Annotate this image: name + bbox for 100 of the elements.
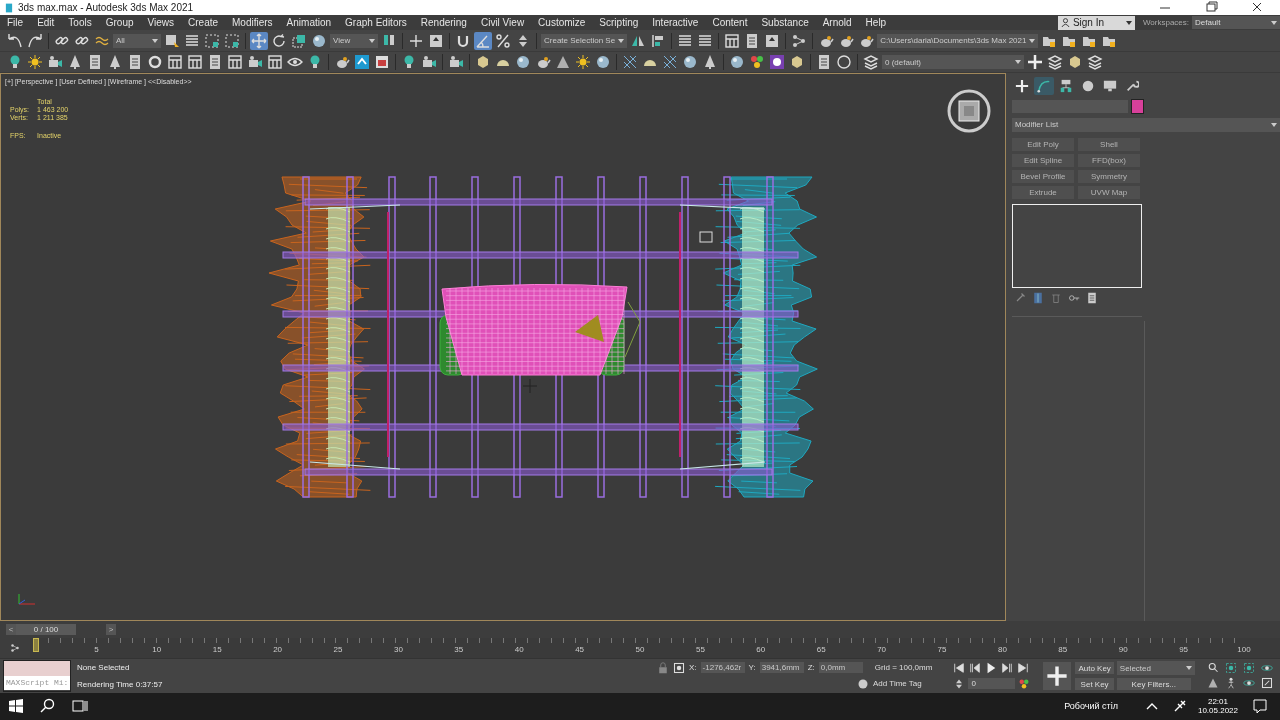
menu-item[interactable]: Group — [98, 15, 141, 30]
next-icon[interactable] — [1000, 661, 1015, 674]
menu-item[interactable]: Views — [140, 15, 181, 30]
balls-icon[interactable] — [749, 54, 765, 71]
menu-item[interactable]: Help — [858, 15, 894, 30]
box-icon[interactable] — [1067, 54, 1083, 71]
menu-item[interactable]: Customize — [531, 15, 593, 30]
set-key-toggle[interactable]: Set Key — [1075, 678, 1114, 691]
grid-icon[interactable] — [227, 54, 243, 71]
cone-icon[interactable] — [555, 54, 571, 71]
coordinate-field[interactable]: -1276,462r — [700, 662, 745, 674]
toolbar-dropdown[interactable]: View — [330, 33, 378, 48]
clock-time[interactable]: 22:01 — [1207, 697, 1228, 707]
square-icon[interactable] — [354, 54, 370, 71]
toolbar-button[interactable] — [474, 31, 492, 50]
modifier-list-dropdown[interactable]: Modifier List — [1012, 117, 1280, 132]
sphere-icon[interactable] — [515, 54, 531, 71]
key-set-dropdown[interactable]: Selected — [1116, 661, 1195, 676]
page-icon[interactable] — [127, 54, 143, 71]
maxscript-output[interactable] — [4, 660, 70, 676]
clock-date[interactable]: 10.05.2022 — [1197, 706, 1238, 716]
go-to-start-icon[interactable] — [952, 661, 967, 674]
page-icon[interactable] — [87, 54, 103, 71]
menu-item[interactable]: Scripting — [592, 15, 646, 30]
menu-item[interactable]: Content — [705, 15, 755, 30]
menu-item[interactable]: Substance — [754, 15, 816, 30]
tree-icon[interactable] — [107, 54, 123, 71]
menu-item[interactable]: Tools — [61, 15, 99, 30]
add-time-tag[interactable]: Add Time Tag — [873, 679, 922, 689]
toolbar-button[interactable] — [723, 31, 742, 50]
menu-item[interactable]: Arnold — [815, 15, 859, 30]
zoom-extents-icon[interactable] — [1241, 662, 1256, 675]
teapot-icon[interactable] — [535, 54, 551, 71]
coordinate-field[interactable]: 3941,6mm — [759, 662, 804, 674]
task-view-icon[interactable] — [72, 698, 88, 715]
frame-field[interactable]: 0 — [968, 678, 1016, 690]
teapot-icon[interactable] — [334, 54, 350, 71]
menu-item[interactable]: Modifiers — [225, 15, 280, 30]
sphere-icon[interactable] — [682, 54, 698, 71]
toolbar-dropdown[interactable]: C:\Users\daria\Documents\3ds Max 2021 — [877, 33, 1039, 48]
sphere-icon[interactable] — [595, 54, 611, 71]
color-swatch[interactable] — [1131, 98, 1144, 114]
menu-item[interactable]: Interactive — [645, 15, 706, 30]
menu-item[interactable]: Civil View — [473, 15, 532, 30]
sun-icon[interactable] — [575, 54, 591, 71]
net-icon[interactable] — [662, 54, 678, 71]
key-filters-button[interactable]: Key Filters... — [1116, 678, 1191, 691]
set-key-button[interactable] — [1043, 661, 1072, 690]
current-frame-marker[interactable] — [33, 637, 39, 652]
tree-icon[interactable] — [702, 54, 718, 71]
windows-icon[interactable] — [8, 698, 24, 715]
auto-key-button[interactable]: Auto Key — [1075, 662, 1114, 675]
layers-icon[interactable] — [1087, 54, 1103, 71]
layer-dropdown[interactable]: 0 (default) — [882, 55, 1024, 70]
search-icon[interactable] — [40, 698, 56, 715]
toolbar-dropdown[interactable]: Create Selection Se — [541, 33, 628, 48]
menu-item[interactable]: Edit — [30, 15, 62, 30]
prev-icon[interactable] — [968, 661, 983, 674]
coordinate-field[interactable]: 0,0mm — [818, 662, 863, 674]
page-icon[interactable] — [816, 54, 832, 71]
page-icon[interactable] — [207, 54, 223, 71]
toolbar-button[interactable] — [203, 31, 221, 50]
grid-icon[interactable] — [187, 54, 203, 71]
go-to-end-icon[interactable] — [1016, 661, 1031, 674]
zoom-extents-icon[interactable] — [1223, 662, 1238, 675]
target-icon[interactable] — [673, 661, 685, 674]
message-icon[interactable] — [1252, 698, 1268, 715]
toolbar-button[interactable] — [223, 31, 241, 50]
sphere-icon[interactable] — [729, 54, 745, 71]
desktop-toolbar[interactable]: Робочий стіл — [1064, 701, 1118, 712]
grid-icon[interactable] — [167, 54, 183, 71]
grid-icon[interactable] — [267, 54, 283, 71]
plus-icon[interactable] — [1027, 54, 1043, 71]
menu-item[interactable]: Animation — [279, 15, 339, 30]
toolbar-button[interactable] — [26, 31, 44, 50]
workspace-dropdown[interactable]: Default — [1192, 16, 1280, 29]
time-slider-thumb[interactable]: 0 / 100 — [16, 623, 76, 635]
ring-icon[interactable] — [147, 54, 163, 71]
box-icon[interactable] — [475, 54, 491, 71]
box-icon[interactable] — [789, 54, 805, 71]
tree-icon[interactable] — [67, 54, 83, 71]
panel-tab[interactable] — [1034, 76, 1054, 95]
menu-item[interactable]: Rendering — [413, 15, 474, 30]
menu-item[interactable]: Graph Editors — [338, 15, 414, 30]
menu-item[interactable]: File — [0, 15, 31, 30]
toolbar-button[interactable] — [494, 31, 512, 50]
previous-frame-button[interactable]: < — [6, 623, 16, 635]
layers-icon[interactable] — [1047, 54, 1063, 71]
modifier-stack[interactable] — [1012, 203, 1142, 288]
layers-icon[interactable] — [863, 54, 879, 71]
pipe-icon[interactable] — [1032, 291, 1044, 304]
sun-icon[interactable] — [27, 54, 43, 71]
maximize-icon[interactable] — [1259, 677, 1274, 690]
menu-item[interactable]: Create — [181, 15, 226, 30]
help-icon[interactable] — [836, 54, 852, 71]
toolbar-button[interactable] — [250, 31, 268, 50]
sign-in-dropdown[interactable]: Sign In — [1057, 15, 1135, 30]
disc-icon[interactable] — [857, 677, 869, 690]
nodes-icon[interactable] — [9, 642, 21, 653]
net-icon[interactable] — [622, 54, 638, 71]
